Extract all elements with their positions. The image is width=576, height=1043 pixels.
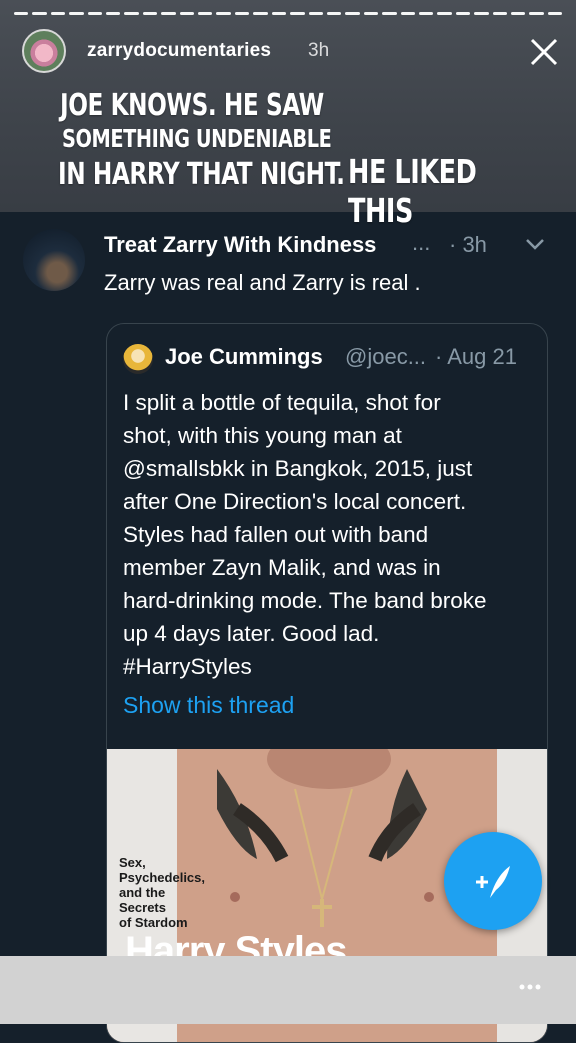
story-progress-segment bbox=[253, 12, 268, 15]
reply-text: Zarry was real and Zarry is real . bbox=[104, 270, 421, 295]
story-bottom-bar bbox=[0, 956, 576, 1024]
story-progress-segment bbox=[106, 12, 121, 15]
quote-author-name[interactable]: Joe Cummings bbox=[165, 344, 323, 370]
story-progress-segment bbox=[161, 12, 176, 15]
quote-text-line: member Zayn Malik, and was in bbox=[123, 555, 441, 580]
story-progress-segment bbox=[418, 12, 434, 15]
story-time: 3h bbox=[308, 40, 330, 61]
close-icon[interactable] bbox=[528, 36, 560, 68]
story-caption-liked: HE LIKED THIS bbox=[348, 152, 477, 230]
quote-date: · Aug 21 bbox=[435, 344, 517, 369]
quote-text-line: @smallsbkk in Bangkok, 2015, just bbox=[123, 456, 473, 481]
story-progress-segment bbox=[124, 12, 139, 15]
story-progress-segment bbox=[271, 12, 287, 15]
story-progress-segment bbox=[510, 12, 526, 15]
quote-text-line: after One Direction's local concert. bbox=[123, 489, 467, 514]
quote-hashtag-link[interactable]: #HarryStyles bbox=[123, 650, 535, 683]
story-progress-bar bbox=[14, 12, 563, 15]
story-progress-segment bbox=[455, 12, 471, 15]
story-progress-segment bbox=[308, 12, 323, 15]
cover-line: Sex, bbox=[119, 855, 146, 870]
story-progress-segment bbox=[529, 12, 544, 15]
chevron-down-icon[interactable] bbox=[524, 236, 546, 252]
story-progress-segment bbox=[179, 12, 195, 15]
cover-line: Psychedelics, bbox=[119, 870, 205, 885]
cover-line: of Stardom bbox=[119, 915, 188, 930]
story-caption-line-1: JOE KNOWS. HE SAW bbox=[60, 88, 324, 123]
reply-name-ellipsis: ... bbox=[412, 230, 431, 255]
story-avatar[interactable] bbox=[22, 29, 66, 73]
story-progress-segment bbox=[326, 12, 342, 15]
story-progress-segment bbox=[400, 12, 415, 15]
reply-avatar[interactable] bbox=[23, 229, 85, 291]
cover-line: Secrets bbox=[119, 900, 166, 915]
story-progress-segment bbox=[437, 12, 452, 15]
more-icon[interactable] bbox=[518, 983, 542, 991]
story-progress-segment bbox=[69, 12, 84, 15]
magazine-cover-text: Sex, Psychedelics, and the Secrets of St… bbox=[119, 855, 205, 930]
story-header: zarrydocumentaries 3h JOE KNOWS. HE SAW … bbox=[0, 0, 576, 230]
compose-tweet-icon bbox=[476, 866, 510, 898]
quote-text-line: Styles had fallen out with band bbox=[123, 522, 429, 547]
story-username[interactable]: zarrydocumentaries bbox=[87, 40, 271, 62]
story-progress-segment bbox=[363, 12, 379, 15]
quote-text-line: up 4 days later. Good lad. bbox=[123, 621, 380, 646]
quote-author-handle: @joec... bbox=[345, 344, 427, 369]
story-progress-segment bbox=[87, 12, 103, 15]
story-progress-segment bbox=[216, 12, 231, 15]
story-progress-segment bbox=[345, 12, 360, 15]
reply-time: · 3h bbox=[449, 232, 487, 257]
story-progress-segment bbox=[474, 12, 489, 15]
story-progress-segment bbox=[32, 12, 47, 15]
story-progress-segment bbox=[492, 12, 507, 15]
story-progress-segment bbox=[14, 12, 29, 15]
story-progress-segment bbox=[50, 12, 66, 15]
story-caption-line-2: SOMETHING UNDENIABLE bbox=[62, 124, 332, 153]
story-progress-segment bbox=[198, 12, 213, 15]
quote-text-line: hard-drinking mode. The band broke bbox=[123, 588, 487, 613]
show-thread-link[interactable]: Show this thread bbox=[123, 692, 294, 719]
quoted-tweet[interactable]: Joe Cummings @joec... · Aug 21 I split a… bbox=[106, 323, 548, 1043]
quote-text: I split a bottle of tequila, shot for sh… bbox=[123, 386, 535, 683]
story-progress-segment bbox=[290, 12, 305, 15]
story-caption-line-3: IN HARRY THAT NIGHT. bbox=[58, 157, 345, 192]
story-progress-segment bbox=[234, 12, 250, 15]
story-progress-segment bbox=[547, 12, 563, 15]
story-progress-segment bbox=[382, 12, 397, 15]
compose-tweet-button[interactable] bbox=[444, 832, 542, 930]
quote-text-line: shot, with this young man at bbox=[123, 423, 402, 448]
cover-line: and the bbox=[119, 885, 166, 900]
quote-text-line: I split a bottle of tequila, shot for bbox=[123, 390, 441, 415]
reply-author-name[interactable]: Treat Zarry With Kindness bbox=[104, 232, 376, 258]
story-progress-segment bbox=[142, 12, 158, 15]
quote-avatar[interactable] bbox=[123, 344, 153, 374]
